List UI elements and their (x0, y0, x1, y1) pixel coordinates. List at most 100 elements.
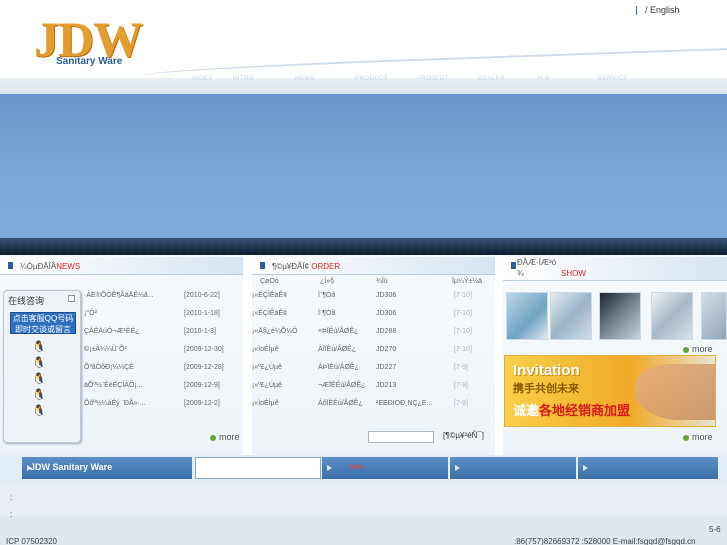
show-title-sub: ¾ (517, 269, 524, 278)
subnav-search-input[interactable] (195, 457, 321, 479)
order-col-time: Ïµ¼Ý±¼ä (452, 278, 483, 285)
news-item[interactable]: ¡°Ö² (84, 310, 97, 324)
subnav-new-label[interactable]: New (350, 464, 364, 471)
nav-item-news[interactable]: NEWS (295, 76, 315, 82)
qq-penguin-icon[interactable]: 🐧 (32, 405, 46, 417)
nav-item-dealer[interactable]: DEALER (478, 76, 505, 82)
news-item[interactable]: Õõº½¼áÉý ¨ÐÂ»·... (84, 400, 146, 414)
show-bottom-more-label[interactable]: more (692, 432, 713, 442)
show-header: ÐÂÆ·ÍÆ³ö ¾ SHOW (503, 257, 727, 281)
order-row: ¡«ìoÉÌµê ÁõÏÈÉú/ÂØÊ¿ ²ÉÉÐÍÖÐ¸ÑÇ¿Ê... [7-… (252, 400, 495, 414)
product-thumb-4[interactable] (651, 292, 693, 340)
news-item-title[interactable]: äÕº½¨ÉèÈÇÌÀÖ¡... (84, 382, 143, 389)
show-title-cn: ÐÂÆ·ÍÆ³ö (517, 258, 557, 267)
promo-slogan-2-prefix: 诚邀 (513, 403, 540, 418)
news-item-title[interactable]: Õ³ãÒõÐ¡¼¼ÇÈ (84, 364, 134, 371)
order-cell-model: JD306 (376, 292, 397, 299)
product-thumb-3[interactable] (599, 292, 641, 340)
banner-footer-strip (0, 238, 727, 255)
online-chat-widget: 在线咨询 点击客服QQ号码 即时交谈或留言 🐧 🐧 🐧 🐧 🐧 (3, 290, 81, 443)
lang-english-link[interactable]: / English (645, 5, 680, 15)
order-cell-client: ×ÞÏÉú/ÂØÊ¿ (318, 328, 359, 335)
lang-divider (636, 6, 637, 16)
promo-slogan-1: 携手共创未来 (513, 383, 579, 395)
news-more-label[interactable]: more (219, 432, 240, 442)
show-bottom-more-link[interactable]: more (683, 432, 713, 442)
news-item-title[interactable]: ¡°Ö² (84, 310, 97, 317)
order-row: ¡«º£¿Úµê ÀÞÏÈú/ÂØÊ¿ JD227 [7-9] (252, 364, 495, 378)
nav-item-hr[interactable]: H.R (538, 76, 550, 82)
nav-item-product[interactable]: PRODUCT (355, 76, 388, 82)
news-item-title[interactable]: Õõº½¼áÉý ¨ÐÂ»·... (84, 400, 146, 407)
news-item-date: [2010-1-3] (184, 328, 216, 335)
product-thumb-5[interactable] (701, 292, 727, 340)
subnav-tab-3[interactable] (450, 457, 576, 479)
banner-strip-shade (0, 238, 727, 255)
order-cell-region: ¡«º£¿Úµê (252, 364, 282, 371)
nav-item-project[interactable]: PROJECT (417, 76, 449, 82)
order-cell-client: Ì¨¶Òã (318, 310, 336, 317)
language-switch[interactable]: / English (636, 5, 680, 16)
news-item-title[interactable]: ·ÀË®ÕÖÊ¶ÂäÄÊ½â... (84, 292, 154, 299)
order-row: ¡«ÉÇÌÊäÊ¢ Ì¨¶Òã JD306 [7-10] (252, 292, 495, 306)
news-item[interactable]: ÇÀÉÁúÖ¬Æ¹ÈÉ¿ (84, 328, 139, 342)
order-cell-client: ¬ÆÏÈÉú/ÂØÊ¿ (318, 382, 366, 389)
order-cell-client: Ì¨¶Òã (318, 292, 336, 299)
order-col-client: ¿Í»§ (320, 278, 335, 285)
order-cell-time: [7-10] (454, 328, 472, 335)
handshake-image (635, 364, 715, 420)
qq-penguin-icon[interactable]: 🐧 (32, 373, 46, 385)
show-more-link[interactable]: more (683, 344, 713, 354)
subnav-tab-4[interactable] (578, 457, 718, 479)
news-item[interactable]: ·ÀË®ÕÖÊ¶ÂäÄÊ½â... (84, 292, 154, 306)
news-title: ¼Òµ­ÐÂÎÅNEWS (20, 262, 80, 271)
order-cell-region: ¡«ìoÉÌµê (252, 400, 279, 407)
order-cell-time: [7-10] (454, 292, 472, 299)
qq-penguin-icon[interactable]: 🐧 (32, 389, 46, 401)
news-item-title[interactable]: ÇÀÉÁúÖ¬Æ¹ÈÉ¿ (84, 328, 139, 335)
order-row: ¡«º£¿Úµê ¬ÆÏÈÉú/ÂØÊ¿ JD213 [7-9] (252, 382, 495, 396)
content-area: ¼Òµ­ÐÂÎÅNEWS ·ÀË®ÕÖÊ¶ÂäÄÊ½â... [2010-6-2… (0, 255, 727, 455)
arrow-right-icon (583, 465, 588, 471)
chat-qq-prompt[interactable]: 点击客服QQ号码 即时交谈或留言 (10, 312, 76, 334)
news-more-link[interactable]: more (210, 432, 240, 442)
news-item[interactable]: äÕº½¨ÉèÈÇÌÀÖ¡... (84, 382, 143, 396)
dealer-invitation-banner[interactable]: Invitation 携手共创未来 诚邀各地经销商加盟 (504, 355, 716, 427)
order-search-input[interactable] (368, 431, 434, 443)
news-item-date: [2010-1-18] (184, 310, 220, 317)
chat-title: 在线咨询 (8, 296, 45, 306)
nav-item-intro[interactable]: INTRO (233, 76, 254, 82)
news-item[interactable]: ©¡±À¼¼Ù¨Õ² (84, 346, 127, 360)
footer-line-1: : (10, 493, 13, 502)
promo-invitation: Invitation (513, 362, 580, 379)
news-title-cn: ¼Òµ­ÐÂÎÅ (20, 262, 57, 271)
order-cell-model: ²ÉÉÐÍÖÐ¸ÑÇ¿Ê... (376, 400, 433, 407)
more-bullet-icon (683, 434, 689, 441)
order-cell-model: JD288 (376, 328, 397, 335)
product-thumb-1[interactable] (506, 292, 548, 340)
news-item-title[interactable]: ©¡±À¼¼Ù¨Õ² (84, 346, 127, 353)
hero-banner (0, 94, 727, 238)
order-bullet-icon (260, 262, 265, 269)
footer-contact: :86(757)82669372 :528000 E-mail:fsgqd@fs… (514, 537, 696, 545)
news-item[interactable]: Õ³ãÒõÐ¡¼¼ÇÈ (84, 364, 134, 378)
qq-penguin-icon[interactable]: 🐧 (32, 341, 46, 353)
order-cell-client: ÁõÏÈÉú/ÂØÊ¿ (318, 400, 363, 407)
order-cell-model: JD227 (376, 364, 397, 371)
show-more-label[interactable]: more (692, 344, 713, 354)
news-item-date: [2009-12-2] (184, 400, 220, 407)
subnav-tab-new[interactable] (322, 457, 448, 479)
arrow-right-icon (455, 465, 460, 471)
nav-item-index[interactable]: INDEX (192, 76, 213, 82)
subnav-brand-label: JDW Sanitary Ware (30, 462, 113, 472)
qq-penguin-icon[interactable]: 🐧 (32, 357, 46, 369)
logo[interactable]: JDW Sanitary Ware (34, 11, 154, 70)
order-col-model: ¾­Ïú (376, 278, 388, 285)
product-thumb-2[interactable] (550, 292, 592, 340)
order-row: ¡«ÉÇÌÊäÊ¢ Ì¨¶Òã JD306 [7-10] (252, 310, 495, 324)
order-title-cn: ¶©µ¥ÐÅÏ¢ (272, 262, 310, 271)
sub-nav-bar: JDW Sanitary Ware New (0, 455, 727, 483)
chat-close-icon[interactable] (68, 295, 75, 302)
order-search-button[interactable]: [¶©µ¥²éÑ¯] (443, 431, 484, 440)
nav-item-service[interactable]: SERVICE (598, 76, 628, 82)
